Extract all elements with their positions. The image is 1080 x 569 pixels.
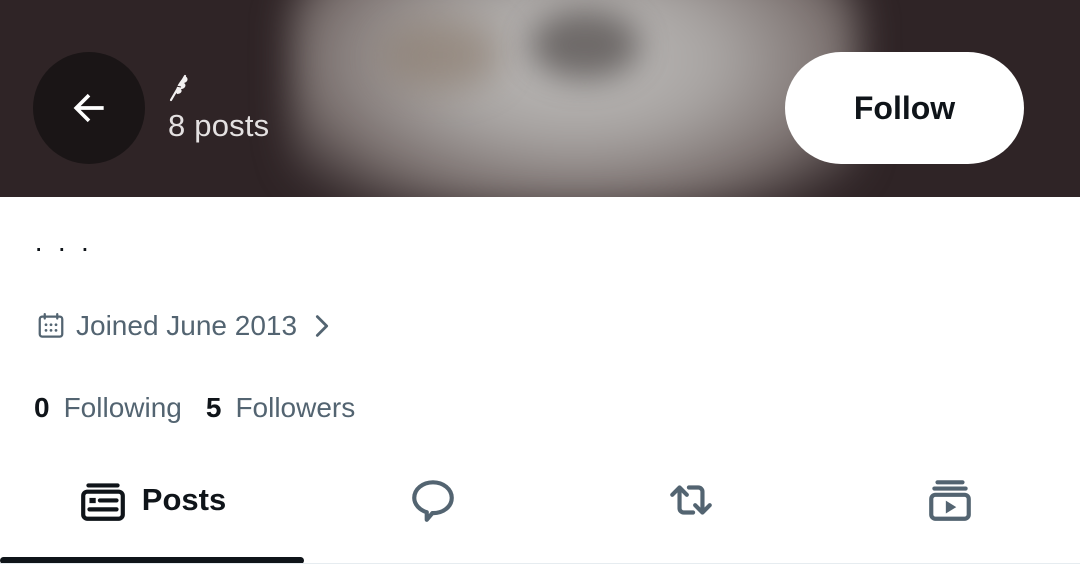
calendar-icon: [38, 313, 64, 338]
arrow-left-icon: [73, 93, 104, 123]
profile-bio: · · ·: [34, 232, 93, 263]
followers-count[interactable]: 5: [206, 392, 222, 424]
tab-posts-label: Posts: [141, 482, 227, 517]
profile-banner[interactable]: 8 posts Follow: [0, 0, 1080, 197]
tab-posts[interactable]: Posts: [0, 460, 304, 540]
profile-page: 8 posts Follow · · · Joined June 2013 0 …: [0, 0, 1080, 569]
followers-label[interactable]: Followers: [235, 392, 355, 424]
following-label[interactable]: Following: [64, 392, 182, 424]
following-count[interactable]: 0: [34, 392, 50, 424]
tab-replies[interactable]: [304, 460, 562, 540]
back-button[interactable]: [33, 52, 145, 164]
tabs-divider: [0, 563, 1080, 564]
banner-image-detail: [380, 20, 500, 90]
banner-image-shadow: [530, 10, 640, 80]
reply-bubble-icon: [412, 480, 454, 522]
follow-button[interactable]: Follow: [785, 52, 1024, 164]
posts-count: 8 posts: [168, 108, 270, 143]
tab-reposts[interactable]: [562, 460, 820, 540]
joined-date-row[interactable]: Joined June 2013: [36, 308, 333, 344]
chevron-right-icon: [316, 315, 329, 337]
posts-icon: [80, 483, 125, 521]
repost-icon: [670, 485, 712, 515]
profile-header-info: 8 posts: [168, 72, 269, 144]
follow-stats: 0 Following 5 Followers: [34, 392, 379, 424]
tab-media[interactable]: [820, 460, 1080, 540]
leaf-icon: [169, 74, 188, 102]
media-icon: [929, 480, 971, 521]
profile-tabs: Posts: [0, 460, 1080, 564]
joined-date-text: Joined June 2013: [76, 310, 298, 341]
